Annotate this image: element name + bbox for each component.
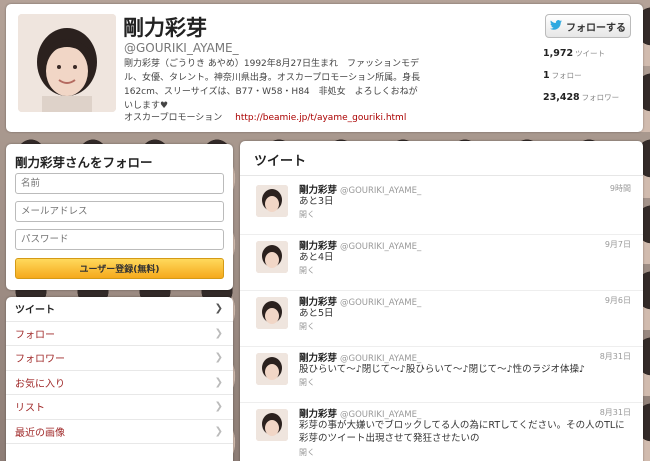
stat-following-label: フォロー — [551, 71, 582, 80]
chevron-right-icon: ❯ — [214, 352, 223, 364]
tweet-item[interactable]: 剛力彩芽 @GOURIKI_AYAME_ 8月31日 股ひらいて～♪閉じて～♪股ひ… — [240, 347, 643, 403]
tweet-text: あと3日 — [299, 196, 334, 207]
tweet-avatar[interactable] — [256, 185, 288, 217]
tweet-expand-link[interactable]: 開く — [299, 209, 315, 220]
divider — [240, 175, 643, 176]
tweets-title: ツイート — [254, 154, 307, 169]
tweet-expand-link[interactable]: 開く — [299, 321, 315, 332]
nav-item-tweets[interactable]: ツイート ❯ — [6, 297, 233, 322]
tweet-timestamp[interactable]: 9時間 — [610, 183, 631, 194]
tweet-text: あと4日 — [299, 252, 334, 263]
chevron-right-icon: ❯ — [214, 425, 223, 437]
profile-stats: 1,972 ツイート 1 フォロー 23,428 フォロワー — [543, 48, 638, 114]
tweet-author[interactable]: 剛力彩芽 @GOURIKI_AYAME_ — [299, 406, 421, 420]
stat-tweets[interactable]: 1,972 ツイート — [543, 48, 638, 70]
chevron-right-icon: ❯ — [214, 401, 223, 413]
tweet-item[interactable]: 剛力彩芽 @GOURIKI_AYAME_ 9時間 あと3日 開く — [240, 179, 643, 235]
tweet-avatar[interactable] — [256, 409, 288, 441]
profile-avatar — [18, 14, 116, 112]
signup-title: 剛力彩芽さんをフォロー — [15, 155, 153, 170]
tweets-timeline: ツイート 剛力彩芽 @GOURIKI_AYAME_ 9時間 あと3日 開く 剛力彩… — [240, 141, 643, 461]
stat-following[interactable]: 1 フォロー — [543, 70, 638, 92]
stat-following-value: 1 — [543, 70, 550, 81]
stat-tweets-label: ツイート — [575, 49, 606, 58]
tweet-text: 彩芽の事が大嫌いでブロックしてる人の為にRTしてください。その人のTLに彩芽のツ… — [299, 420, 625, 444]
profile-location: オスカープロモーション — [124, 113, 223, 123]
nav-item-following[interactable]: フォロー ❯ — [6, 322, 233, 346]
tweet-expand-link[interactable]: 開く — [299, 265, 315, 276]
tweet-item[interactable]: 剛力彩芽 @GOURIKI_AYAME_ 9月6日 あと5日 開く — [240, 291, 643, 347]
profile-nav: ツイート ❯ フォロー ❯ フォロワー ❯ お気に入り ❯ リスト ❯ 最近の画… — [6, 297, 233, 461]
nav-item-lists[interactable]: リスト ❯ — [6, 395, 233, 420]
tweet-expand-link[interactable]: 開く — [299, 377, 315, 388]
twitter-bird-icon — [550, 19, 562, 33]
profile-name: 剛力彩芽 — [123, 16, 207, 40]
chevron-right-icon: ❯ — [214, 303, 223, 315]
tweet-author[interactable]: 剛力彩芽 @GOURIKI_AYAME_ — [299, 182, 421, 196]
tweet-author[interactable]: 剛力彩芽 @GOURIKI_AYAME_ — [299, 238, 421, 252]
nav-item-favorites[interactable]: お気に入り ❯ — [6, 371, 233, 395]
tweet-timestamp[interactable]: 8月31日 — [600, 407, 631, 418]
profile-bio: 剛力彩芽（ごうりき あやめ）1992年8月27日生まれ ファッションモデル、女優… — [124, 59, 421, 111]
signup-panel: 剛力彩芽さんをフォロー ユーザー登録(無料) — [6, 144, 233, 290]
tweet-item[interactable]: 剛力彩芽 @GOURIKI_AYAME_ 8月31日 彩芽の事が大嫌いでブロックし… — [240, 403, 643, 461]
nav-item-label: フォロワー — [15, 354, 65, 366]
profile-handle: @GOURIKI_AYAME_ — [124, 41, 239, 55]
nav-item-recent-images[interactable]: 最近の画像 ❯ — [6, 420, 233, 444]
tweet-text: あと5日 — [299, 308, 334, 319]
nav-item-label: リスト — [15, 403, 45, 415]
tweet-timestamp[interactable]: 9月7日 — [605, 239, 631, 250]
follow-button[interactable]: フォローする — [545, 14, 631, 38]
chevron-right-icon: ❯ — [214, 376, 223, 388]
profile-meta: オスカープロモーション http://beamie.jp/t/ayame_gou… — [124, 110, 406, 123]
nav-item-label: フォロー — [15, 329, 55, 341]
name-input[interactable] — [15, 173, 224, 194]
nav-item-followers[interactable]: フォロワー ❯ — [6, 346, 233, 371]
tweet-author[interactable]: 剛力彩芽 @GOURIKI_AYAME_ — [299, 350, 421, 364]
tweet-avatar[interactable] — [256, 353, 288, 385]
stat-tweets-value: 1,972 — [543, 48, 574, 59]
profile-header: 剛力彩芽 @GOURIKI_AYAME_ 剛力彩芽（ごうりき あやめ）1992年… — [6, 4, 643, 132]
nav-item-label: ツイート — [15, 305, 55, 317]
tweet-avatar[interactable] — [256, 297, 288, 329]
register-button[interactable]: ユーザー登録(無料) — [15, 258, 224, 279]
tweet-expand-link[interactable]: 開く — [299, 447, 315, 458]
nav-item-label: 最近の画像 — [15, 427, 65, 439]
nav-item-label: お気に入り — [15, 378, 65, 390]
follow-button-label: フォローする — [566, 22, 626, 34]
tweet-item[interactable]: 剛力彩芽 @GOURIKI_AYAME_ 9月7日 あと4日 開く — [240, 235, 643, 291]
stat-followers-label: フォロワー — [581, 93, 620, 102]
email-input[interactable] — [15, 201, 224, 222]
tweet-avatar[interactable] — [256, 241, 288, 273]
stat-followers[interactable]: 23,428 フォロワー — [543, 92, 638, 114]
tweet-timestamp[interactable]: 8月31日 — [600, 351, 631, 362]
tweet-timestamp[interactable]: 9月6日 — [605, 295, 631, 306]
tweet-author[interactable]: 剛力彩芽 @GOURIKI_AYAME_ — [299, 294, 421, 308]
tweet-text: 股ひらいて～♪閉じて～♪股ひらいて～♪閉じて～♪性のラジオ体操♪ — [299, 364, 586, 375]
stat-followers-value: 23,428 — [543, 92, 580, 103]
profile-url-link[interactable]: http://beamie.jp/t/ayame_gouriki.html — [235, 113, 406, 123]
chevron-right-icon: ❯ — [214, 327, 223, 339]
password-input[interactable] — [15, 229, 224, 250]
